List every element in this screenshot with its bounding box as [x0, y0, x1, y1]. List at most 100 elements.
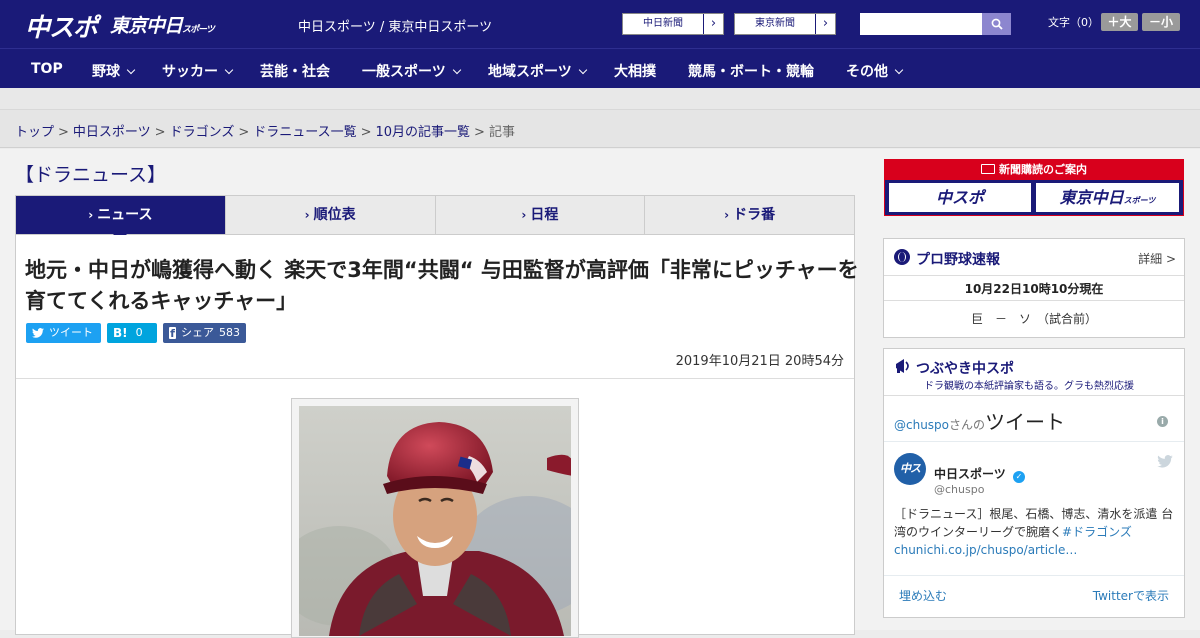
subscribe-tokyo-logo[interactable]: 東京中日スポーツ — [1036, 183, 1179, 212]
font-size-label: 文字（0） — [1048, 16, 1099, 29]
chevron-right-icon: › — [815, 14, 835, 34]
facebook-icon: f — [169, 327, 176, 340]
facebook-share-label: シェア — [181, 326, 214, 339]
nav-item-top[interactable]: TOP — [31, 61, 63, 77]
site-header: 中スポ 東京中日スポーツ 中日スポーツ / 東京中日スポーツ 中日新聞 › 東京… — [0, 0, 1200, 48]
tab-standings[interactable]: › 順位表 — [224, 196, 435, 234]
ad-strip — [0, 88, 1200, 110]
tokyo-shimbun-label: 東京新聞 — [755, 18, 795, 29]
divider — [16, 378, 854, 379]
tweet-text: ［ドラニュース］根尾、石橋、博志、清水を派遣 台湾のウインターリーグで腕磨く#ド… — [894, 505, 1174, 559]
breadcrumb-dragons[interactable]: ドラゴンズ — [170, 125, 235, 140]
twitter-box-title: つぶやき中スポ — [916, 361, 1014, 377]
divider — [884, 300, 1184, 301]
chuspo-logo[interactable]: 中スポ — [25, 8, 98, 44]
tweet-author-name: 中日スポーツ — [934, 467, 1006, 481]
nav-item-soccer[interactable]: サッカー — [162, 61, 234, 81]
twitter-bird-icon[interactable] — [1157, 455, 1173, 468]
chunichi-shimbun-label: 中日新聞 — [643, 18, 683, 29]
section-title: 【ドラニュース】 — [15, 164, 167, 186]
chevron-down-icon — [894, 65, 904, 75]
chevron-right-icon: › — [703, 14, 723, 34]
subscription-title-text: 新聞購読のご案内 — [999, 163, 1087, 176]
nav-item-label: 地域スポーツ — [488, 64, 572, 80]
breadcrumb-dora-news-list[interactable]: ドラニュース一覧 — [253, 125, 356, 140]
tab-label: 順位表 — [313, 207, 356, 223]
chunichi-shimbun-link[interactable]: 中日新聞 › — [622, 13, 724, 35]
subscription-banner[interactable]: 新聞購読のご案内 中スポ 東京中日スポーツ — [884, 159, 1184, 216]
tokyo-shimbun-link[interactable]: 東京新聞 › — [734, 13, 836, 35]
catcher-photo-illustration — [299, 406, 571, 636]
nav-item-general-sports[interactable]: 一般スポーツ — [362, 61, 461, 81]
breadcrumb: トップ > 中日スポーツ > ドラゴンズ > ドラニュース一覧 >10月の記事一覧 > 記事 — [15, 121, 515, 140]
view-on-twitter-link[interactable]: Twitterで表示 — [1093, 587, 1169, 604]
nav-item-local-sports[interactable]: 地域スポーツ — [488, 61, 587, 81]
embed-link[interactable]: 埋め込む — [899, 587, 947, 604]
timeline-handle-link[interactable]: @chuspo — [894, 418, 949, 432]
facebook-share-count: 583 — [219, 326, 240, 339]
nav-item-entertainment[interactable]: 芸能・社会 — [260, 61, 330, 81]
chevron-right-icon: › — [304, 208, 310, 222]
divider — [884, 275, 1184, 276]
tab-label: ドラ番 — [733, 207, 776, 223]
tab-dora-ban[interactable]: › ドラ番 — [644, 196, 854, 234]
main-nav: TOP 野球 サッカー 芸能・社会 一般スポーツ 地域スポーツ 大相撲 競馬・ボ… — [0, 48, 1200, 88]
twitter-box-subtitle: ドラ観戦の本紙評論家も語る。グラも熱烈応援 — [924, 381, 1134, 392]
breadcrumb-separator: > — [474, 125, 485, 140]
tweet-button[interactable]: ツイート — [26, 323, 101, 343]
twitter-bird-icon — [32, 328, 44, 338]
breadcrumb-october-list[interactable]: 10月の記事一覧 — [376, 125, 471, 140]
twitter-box: つぶやき中スポ ドラ観戦の本紙評論家も語る。グラも熱烈応援 @chuspoさんの… — [883, 348, 1185, 618]
nav-item-label: 野球 — [92, 64, 120, 80]
chevron-down-icon — [578, 65, 587, 75]
baseball-as-of: 10月22日10時10分現在 — [964, 282, 1104, 296]
tokyo-chunichi-logo-text: 東京中日 — [110, 15, 183, 37]
article-date: 2019年10月21日 20時54分 — [675, 354, 844, 369]
font-bigger-button[interactable]: ＋大 — [1101, 13, 1138, 31]
avatar[interactable]: 中ス — [894, 453, 926, 485]
breadcrumb-top[interactable]: トップ — [15, 125, 54, 140]
nav-item-baseball[interactable]: 野球 — [92, 61, 136, 81]
hatena-bookmark-button[interactable]: B! 0 — [107, 323, 157, 343]
dora-tabs: › ニュース › 順位表 › 日程 › ドラ番 — [15, 195, 855, 241]
timeline-header: @chuspoさんのツイート — [894, 406, 1065, 435]
breadcrumb-chunichi-sports[interactable]: 中日スポーツ — [73, 125, 151, 140]
timeline-handle-suffix: さんの — [949, 418, 986, 432]
baseball-game-score[interactable]: 巨 － ソ （試合前） — [884, 310, 1184, 327]
verified-badge-icon: ✓ — [1012, 471, 1025, 483]
tab-label: 日程 — [530, 207, 559, 223]
subscribe-tokyo-logo-small: スポーツ — [1123, 196, 1156, 205]
breadcrumb-current: 記事 — [488, 125, 515, 140]
nav-item-label: 大相撲 — [614, 64, 656, 80]
tweet-author[interactable]: 中日スポーツ ✓ — [934, 465, 1025, 483]
tokyo-chunichi-logo-small: スポーツ — [182, 25, 215, 35]
divider — [884, 441, 1184, 442]
article-photo[interactable] — [299, 406, 571, 636]
chevron-right-icon: › — [724, 208, 730, 222]
facebook-share-button[interactable]: f シェア 583 — [163, 323, 246, 343]
tweet-author-handle[interactable]: @chuspo — [934, 483, 984, 496]
info-icon[interactable]: i — [1157, 416, 1168, 427]
search-icon — [991, 18, 1003, 30]
tab-news[interactable]: › ニュース — [16, 196, 225, 241]
tweet-button-label: ツイート — [49, 326, 93, 339]
font-smaller-button[interactable]: －小 — [1142, 13, 1180, 31]
tab-schedule[interactable]: › 日程 — [434, 196, 645, 234]
nav-item-other[interactable]: その他 — [846, 61, 904, 81]
hatena-icon: B! — [113, 326, 128, 340]
subscription-title: 新聞購読のご案内 — [885, 160, 1183, 180]
baseball-seam-icon — [898, 252, 906, 262]
nav-item-label: 一般スポーツ — [362, 64, 446, 80]
search-button[interactable] — [982, 13, 1011, 35]
nav-item-racing[interactable]: 競馬・ボート・競輪 — [688, 61, 814, 81]
tab-label: ニュース — [97, 207, 153, 223]
nav-item-label: 芸能・社会 — [260, 64, 330, 80]
baseball-detail-link[interactable]: 詳細 > — [1138, 250, 1176, 267]
nav-item-label: その他 — [846, 64, 888, 80]
search-input[interactable] — [860, 13, 982, 35]
baseball-box-title: プロ野球速報 — [916, 252, 1000, 268]
nav-item-sumo[interactable]: 大相撲 — [614, 61, 656, 81]
article-headline: 地元・中日が嶋獲得へ動く 楽天で3年間“共闘“ 与田監督が高評価「非常にピッチャ… — [25, 258, 859, 313]
subscribe-chuspo-logo[interactable]: 中スポ — [889, 183, 1031, 212]
tokyo-chunichi-logo[interactable]: 東京中日スポーツ — [110, 11, 215, 38]
